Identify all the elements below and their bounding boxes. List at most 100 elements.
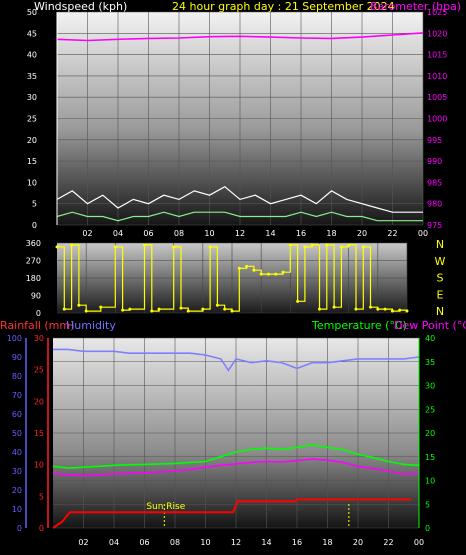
direction-point bbox=[230, 309, 234, 313]
direction-point bbox=[172, 245, 176, 249]
wind-x-tick-label: 06 bbox=[143, 229, 153, 238]
humidity-y-tick-label: 30 bbox=[12, 467, 22, 476]
direction-point bbox=[99, 305, 103, 309]
baro-y-tick-label: 1015 bbox=[427, 51, 447, 60]
baro-y-tick-label: 980 bbox=[427, 200, 442, 209]
weather-charts-svg: 0510152025303540455097598098599099510001… bbox=[0, 0, 466, 547]
direction-point bbox=[383, 307, 387, 311]
baro-y-tick-label: 1005 bbox=[427, 93, 447, 102]
humidity-y-tick-label: 100 bbox=[7, 334, 22, 343]
rainfall-axis-title: Rainfall (mm) bbox=[0, 319, 74, 332]
direction-point bbox=[339, 245, 343, 249]
wind-y-tick-label: 25 bbox=[27, 115, 37, 124]
temp-y-tick-label: 35 bbox=[425, 358, 435, 367]
wind-y-tick-label: 20 bbox=[27, 136, 37, 145]
direction-point bbox=[303, 245, 307, 249]
direction-point bbox=[128, 307, 132, 311]
wind-x-tick-label: 02 bbox=[82, 229, 92, 238]
sunrise-label: Sun Rise bbox=[146, 502, 185, 512]
wind-x-tick-label: 16 bbox=[296, 229, 306, 238]
temp-x-tick-label: 04 bbox=[109, 538, 119, 547]
dewpoint-axis-title: Dew Point (°C) bbox=[394, 319, 466, 332]
direction-point bbox=[237, 266, 241, 270]
humidity-y-tick-label: 50 bbox=[12, 429, 22, 438]
temp-y-tick-label: 20 bbox=[425, 429, 435, 438]
direction-point bbox=[405, 309, 409, 313]
temp-x-tick-label: 14 bbox=[261, 538, 271, 547]
direction-y-tick-label: 0 bbox=[36, 309, 41, 318]
direction-point bbox=[245, 264, 249, 268]
temp-x-tick-label: 16 bbox=[292, 538, 302, 547]
direction-point bbox=[143, 243, 146, 247]
direction-point bbox=[77, 303, 81, 307]
direction-point bbox=[274, 272, 278, 276]
direction-point bbox=[84, 309, 88, 313]
compass-label: N bbox=[436, 238, 444, 251]
direction-point bbox=[186, 309, 190, 313]
wind-y-tick-label: 35 bbox=[27, 72, 37, 81]
windspeed-axis-title: Windspeed (kph) bbox=[34, 0, 127, 13]
baro-y-tick-label: 1010 bbox=[427, 72, 447, 81]
direction-point bbox=[310, 243, 314, 247]
compass-labels: NWSEN bbox=[435, 238, 446, 318]
humidity-y-tick-label: 70 bbox=[12, 391, 22, 400]
wind-x-tick-label: 08 bbox=[174, 229, 184, 238]
rain-y-tick-label: 5 bbox=[39, 492, 44, 501]
wind-y-tick-label: 10 bbox=[27, 178, 37, 187]
direction-point bbox=[113, 245, 117, 249]
temp-x-tick-label: 22 bbox=[383, 538, 393, 547]
temp-y-tick-label: 10 bbox=[425, 477, 435, 486]
temp-y-tick-label: 40 bbox=[425, 334, 435, 343]
temp-y-tick-label: 15 bbox=[425, 453, 435, 462]
direction-point bbox=[259, 272, 263, 276]
baro-y-tick-label: 995 bbox=[427, 136, 442, 145]
direction-point bbox=[296, 299, 300, 303]
temp-y-tick-label: 30 bbox=[425, 382, 435, 391]
direction-point bbox=[398, 308, 402, 312]
direction-point bbox=[70, 243, 74, 247]
wind-x-tick-label: 10 bbox=[204, 229, 214, 238]
wind-y-tick-label: 15 bbox=[27, 157, 37, 166]
humidity-y-tick-label: 20 bbox=[12, 486, 22, 495]
wind-x-tick-label: 14 bbox=[265, 229, 275, 238]
wind-x-tick-label: 18 bbox=[326, 229, 336, 238]
direction-y-tick-label: 90 bbox=[31, 292, 41, 301]
direction-point bbox=[150, 309, 154, 313]
temp-x-tick-label: 06 bbox=[139, 538, 149, 547]
weather-graph: 0 5 10 15 20 25 30 35 40 45 50 975 980 985 990 995 1000 1… bbox=[0, 0, 466, 555]
direction-point bbox=[332, 305, 336, 309]
compass-label: E bbox=[437, 288, 444, 301]
baro-y-tick-label: 985 bbox=[427, 178, 442, 187]
rain-y-tick-label: 20 bbox=[34, 397, 44, 406]
temp-x-tick-label: 10 bbox=[200, 538, 210, 547]
direction-point bbox=[208, 245, 212, 249]
direction-y-tick-label: 180 bbox=[26, 274, 41, 283]
humidity-y-tick-label: 60 bbox=[12, 410, 22, 419]
temp-y-tick-label: 5 bbox=[425, 500, 430, 509]
direction-point bbox=[325, 243, 329, 247]
direction-point bbox=[361, 245, 365, 249]
baro-y-tick-label: 1020 bbox=[427, 29, 447, 38]
wind-x-tick-label: 04 bbox=[113, 229, 123, 238]
rain-y-tick-label: 15 bbox=[34, 429, 44, 438]
direction-point bbox=[223, 307, 227, 311]
direction-point bbox=[266, 272, 270, 276]
rain-y-tick-label: 30 bbox=[34, 334, 44, 343]
wind-x-tick-label: 00 bbox=[418, 229, 428, 238]
direction-point bbox=[62, 307, 66, 311]
wind-x-tick-label: 22 bbox=[387, 229, 397, 238]
humidity-y-tick-label: 90 bbox=[12, 353, 22, 362]
direction-point bbox=[201, 307, 205, 311]
temp-y-tick-label: 0 bbox=[425, 524, 430, 533]
wind-y-tick-label: 40 bbox=[27, 51, 37, 60]
wind-y-tick-label: 5 bbox=[32, 200, 37, 209]
rain-y-tick-label: 0 bbox=[39, 524, 44, 533]
direction-panel-axes: 0 90 180 270 360 bbox=[26, 239, 41, 318]
baro-y-tick-label: 990 bbox=[427, 157, 442, 166]
wind-x-tick-label: 12 bbox=[235, 229, 245, 238]
direction-point bbox=[390, 309, 394, 313]
temp-x-tick-label: 18 bbox=[322, 538, 332, 547]
wind-x-tick-label: 20 bbox=[357, 229, 367, 238]
direction-point bbox=[281, 270, 285, 274]
direction-point bbox=[369, 305, 373, 309]
